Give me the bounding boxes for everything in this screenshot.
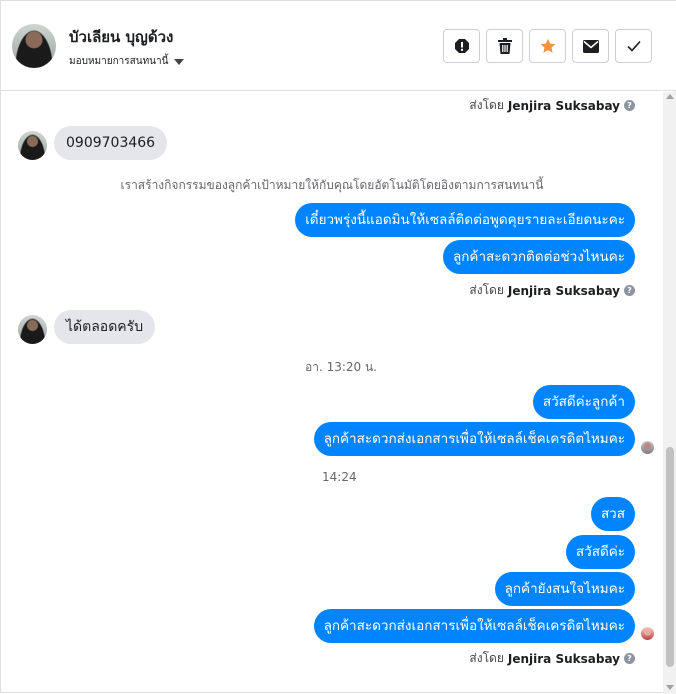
seen-avatar (641, 627, 654, 640)
scroll-down-arrow-icon[interactable] (666, 685, 674, 690)
sent-by-note: ส่งโดย Jenjira Suksabay ? (469, 649, 635, 668)
system-note: เราสร้างกิจกรรมของลูกค้าเป้าหมายให้กับคุ… (120, 178, 544, 192)
outgoing-message[interactable]: เดี๋ยวพรุ่งนี้แอดมินให้เซลล์ติดต่อพูดคุย… (295, 203, 635, 237)
sent-by-agent: Jenjira Suksabay (507, 283, 620, 298)
outgoing-message[interactable]: สวัสดีค่ะลูกค้า (532, 385, 635, 419)
conversation-header: บัวเลียน บุญด้วง มอบหมายการสนทนานี้ (1, 1, 676, 91)
assign-label: มอบหมายการสนทนานี้ (69, 56, 169, 67)
scrollbar-thumb[interactable] (666, 447, 674, 667)
conversation-panel: บัวเลียน บุญด้วง มอบหมายการสนทนานี้ ส่งโ… (0, 0, 676, 694)
info-icon[interactable]: ? (624, 100, 635, 111)
mark-unread-button[interactable] (572, 29, 609, 63)
sent-by-note: ส่งโดย Jenjira Suksabay ? (469, 96, 635, 115)
sent-by-agent: Jenjira Suksabay (507, 98, 620, 113)
contact-name[interactable]: บัวเลียน บุญด้วง (69, 25, 173, 49)
seen-avatar (641, 441, 654, 454)
star-icon (540, 38, 555, 53)
timestamp: 14:24 (322, 470, 357, 484)
star-button[interactable] (529, 29, 566, 63)
contact-avatar-small[interactable] (18, 315, 47, 344)
mark-spam-button[interactable] (443, 29, 480, 63)
envelope-icon (582, 39, 599, 53)
caret-down-icon (174, 58, 185, 65)
check-icon (626, 40, 641, 52)
delete-button[interactable] (486, 29, 523, 63)
assign-conversation-dropdown[interactable]: มอบหมายการสนทนานี้ (69, 54, 185, 69)
contact-avatar-small[interactable] (18, 131, 47, 160)
outgoing-message[interactable]: ลูกค้ายังสนใจไหมคะ (494, 572, 635, 606)
outgoing-message[interactable]: ลูกค้าสะดวกติดต่อช่วงไหนคะ (442, 240, 635, 274)
incoming-message[interactable]: 0909703466 (54, 126, 168, 160)
timestamp: อา. 13:20 น. (305, 360, 377, 374)
spam-icon (454, 39, 469, 53)
sent-by-agent: Jenjira Suksabay (507, 651, 620, 666)
scroll-up-arrow-icon[interactable] (666, 94, 674, 99)
outgoing-message[interactable]: สวัสดีค่ะ (565, 535, 635, 569)
info-icon[interactable]: ? (624, 285, 635, 296)
trash-icon (497, 38, 512, 54)
sent-by-label: ส่งโดย (469, 98, 504, 112)
info-icon[interactable]: ? (624, 653, 635, 664)
sent-by-label: ส่งโดย (469, 283, 504, 297)
sent-by-label: ส่งโดย (469, 651, 504, 665)
outgoing-message[interactable]: ลูกค้าสะดวกส่งเอกสารเพื่อให้เซลล์เช็คเคร… (313, 422, 635, 456)
contact-avatar[interactable] (12, 24, 56, 68)
mark-done-button[interactable] (615, 29, 652, 63)
outgoing-message[interactable]: ลูกค้าสะดวกส่งเอกสารเพื่อให้เซลล์เช็คเคร… (313, 609, 635, 643)
incoming-message[interactable]: ได้ตลอดครับ (54, 310, 156, 344)
outgoing-message[interactable]: สวส (590, 497, 635, 531)
sent-by-note: ส่งโดย Jenjira Suksabay ? (469, 281, 635, 300)
